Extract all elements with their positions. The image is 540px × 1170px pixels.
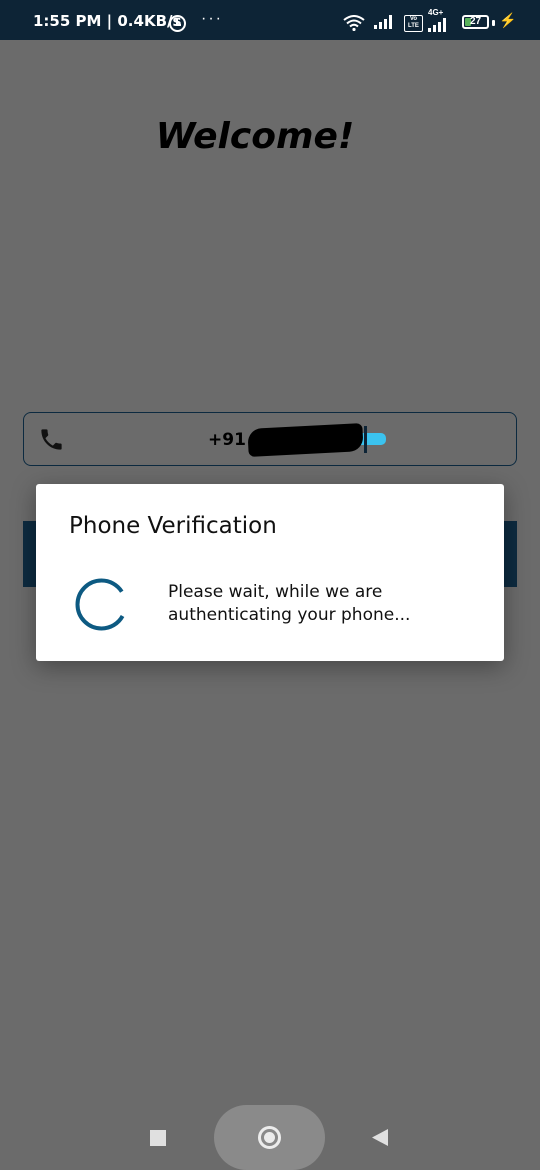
phone-verification-dialog: Phone Verification Please wait, while we… [36, 484, 504, 661]
phone-number-value: +91 [208, 430, 246, 450]
battery-level: 27 [469, 16, 482, 27]
phone-icon [41, 429, 62, 450]
loading-spinner-icon [75, 578, 128, 631]
signal-icon-sim2 [428, 18, 446, 32]
home-icon [258, 1126, 281, 1149]
status-time: 1:55 PM | 0.4KB/s [33, 12, 182, 30]
battery-icon: 27 [462, 15, 489, 29]
more-dots-icon: ··· [201, 10, 223, 27]
text-cursor [364, 426, 367, 453]
page-title: Welcome! [155, 116, 355, 157]
network-type-label: 4G+ [428, 8, 444, 17]
alarm-icon [169, 15, 186, 32]
dialog-message: Please wait, while we are authenticating… [168, 581, 468, 627]
back-icon[interactable] [371, 1128, 389, 1147]
recents-icon[interactable] [150, 1130, 166, 1146]
signal-icon [374, 15, 392, 29]
wifi-icon [343, 15, 365, 31]
dialog-message-line: authenticating your phone... [168, 605, 411, 625]
home-button[interactable] [214, 1105, 325, 1170]
dialog-message-line: Please wait, while we are [168, 582, 383, 602]
volte-icon: Vo LTE [404, 15, 423, 32]
battery-tip [492, 20, 495, 26]
status-bar: 1:55 PM | 0.4KB/s ··· Vo LTE 4G+ 27 ⚡ [0, 0, 540, 40]
charging-icon: ⚡ [499, 12, 517, 28]
dialog-title: Phone Verification [69, 513, 277, 539]
